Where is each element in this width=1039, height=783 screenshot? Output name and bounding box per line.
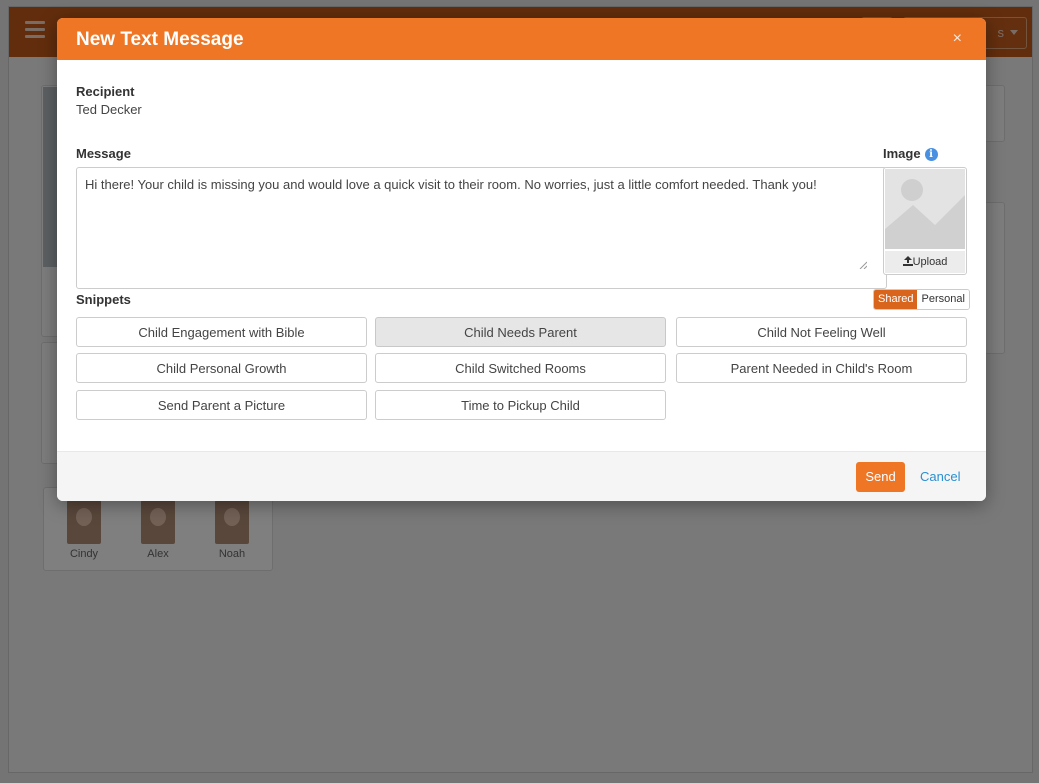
image-uploader[interactable]: Upload [883,167,967,275]
snippet-button[interactable]: Child Personal Growth [76,353,367,383]
info-icon[interactable]: i [924,148,938,161]
snippet-button[interactable]: Parent Needed in Child's Room [676,353,967,383]
modal-footer: Send Cancel [57,451,986,501]
resize-handle-icon[interactable] [859,261,867,269]
toggle-personal[interactable]: Personal [917,290,969,309]
recipient-label: Recipient [76,84,135,99]
new-text-message-modal: New Text Message × Recipient Ted Decker … [57,18,986,501]
message-label: Message [76,146,131,161]
cancel-button[interactable]: Cancel [920,469,960,484]
snippet-button[interactable]: Child Needs Parent [375,317,666,347]
modal-header: New Text Message × [57,18,986,60]
close-icon[interactable]: × [953,30,962,48]
upload-button[interactable]: Upload [885,251,965,273]
upload-label: Upload [912,256,948,268]
message-textarea[interactable]: Hi there! Your child is missing you and … [76,167,887,289]
send-button[interactable]: Send [856,462,905,492]
upload-icon [902,256,913,266]
image-label-row: Image i [883,146,938,161]
modal-title: New Text Message [76,29,244,50]
snippets-label: Snippets [76,292,131,307]
snippet-scope-toggle[interactable]: Shared Personal [873,289,970,310]
snippet-button[interactable]: Send Parent a Picture [76,390,367,420]
snippet-button[interactable]: Time to Pickup Child [375,390,666,420]
image-placeholder-icon [885,169,965,249]
image-label: Image [883,146,921,161]
modal-body: Recipient Ted Decker Message Hi there! Y… [57,60,986,451]
snippet-button[interactable]: Child Switched Rooms [375,353,666,383]
toggle-shared[interactable]: Shared [874,290,918,309]
snippet-button[interactable]: Child Not Feeling Well [676,317,967,347]
recipient-value: Ted Decker [76,102,142,117]
snippet-button[interactable]: Child Engagement with Bible [76,317,367,347]
